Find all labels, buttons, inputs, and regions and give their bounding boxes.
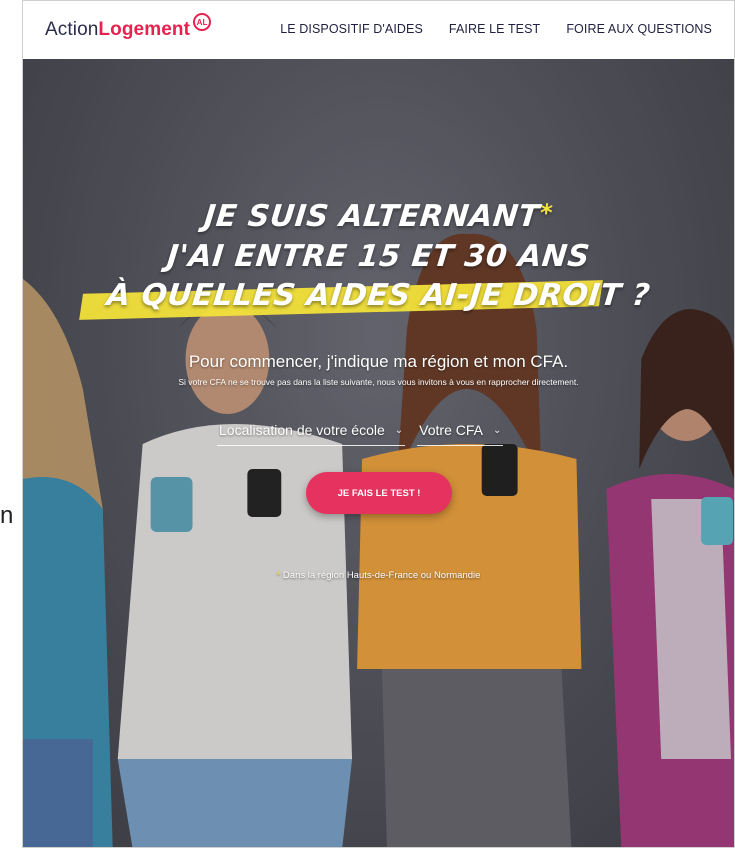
location-select-label: Localisation de votre école	[219, 422, 385, 438]
headline-line3: À QUELLES AIDES AI-JE DROIT ?	[105, 278, 652, 313]
cfa-select[interactable]: Votre CFA ⌄	[417, 419, 504, 446]
nav-faq[interactable]: FOIRE AUX QUESTIONS	[566, 22, 712, 36]
logo-text-action: Action	[45, 19, 99, 40]
logo[interactable]: Action Logement AL	[45, 13, 212, 41]
page-frame: Action Logement AL LE DISPOSITIF D'AIDES…	[22, 0, 735, 848]
nav-dispositif-aides[interactable]: LE DISPOSITIF D'AIDES	[280, 22, 423, 36]
cfa-note: Si votre CFA ne se trouve pas dans la li…	[178, 377, 579, 387]
footnote-asterisk: *	[276, 570, 281, 581]
cfa-select-label: Votre CFA	[419, 422, 483, 438]
start-test-button[interactable]: JE FAIS LE TEST !	[306, 472, 452, 514]
main-nav: LE DISPOSITIF D'AIDES FAIRE LE TEST FOIR…	[280, 22, 712, 36]
selection-row: Localisation de votre école ⌄ Votre CFA …	[217, 419, 504, 446]
chevron-down-icon: ⌄	[394, 424, 404, 436]
cropped-edge-text: n	[0, 502, 14, 529]
header: Action Logement AL LE DISPOSITIF D'AIDES…	[23, 1, 734, 59]
nav-faire-le-test[interactable]: FAIRE LE TEST	[449, 22, 540, 36]
chevron-down-icon: ⌄	[492, 424, 502, 436]
hero-section: JE SUIS ALTERNANT* J'AI ENTRE 15 ET 30 A…	[23, 59, 734, 847]
asterisk-icon: *	[538, 199, 555, 227]
intro-text: Pour commencer, j'indique ma région et m…	[188, 352, 569, 371]
footnote: * Dans la région Hauts-de-France ou Norm…	[276, 570, 481, 581]
al-badge-icon: AL	[193, 13, 212, 31]
photo-overlay	[23, 59, 734, 847]
headline-line1: JE SUIS ALTERNANT*	[202, 199, 555, 234]
location-select[interactable]: Localisation de votre école ⌄	[217, 419, 406, 446]
logo-text-logement: Logement	[98, 19, 191, 40]
headline-line2: J'AI ENTRE 15 ET 30 ANS	[165, 239, 592, 274]
